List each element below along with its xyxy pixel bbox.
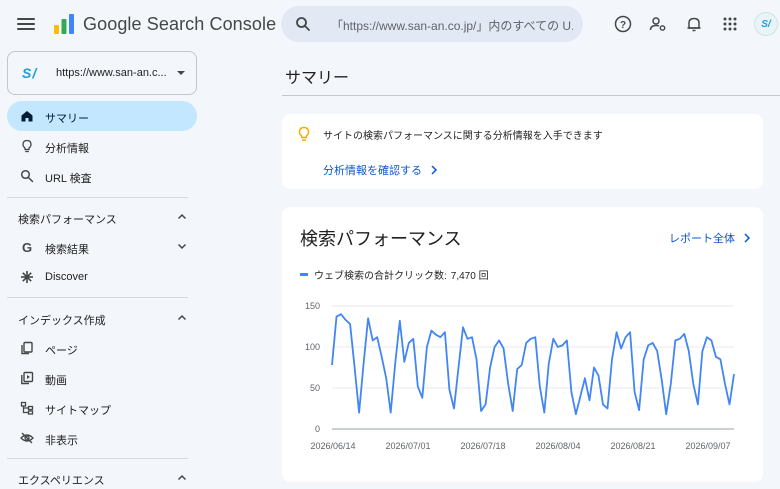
legend-swatch: [300, 273, 308, 276]
home-icon: [19, 108, 35, 124]
nav-insights[interactable]: 分析情報: [7, 131, 197, 161]
performance-title: 検索パフォーマンス: [300, 229, 462, 249]
search-icon: [296, 17, 310, 31]
property-url: https://www.san-an.c...: [56, 67, 167, 79]
y-tick-label: 150: [305, 301, 320, 311]
nav-label: 非表示: [45, 435, 78, 447]
nav-search-results[interactable]: G 検索結果: [7, 232, 197, 262]
chevron-right-icon: [744, 233, 751, 243]
lightbulb-icon: [298, 126, 310, 141]
google-g-icon: G: [19, 239, 35, 255]
sidebar-divider: [7, 297, 188, 298]
notifications-icon[interactable]: [683, 13, 705, 35]
series-line-clicks: [331, 313, 735, 416]
app-title: Google Search Console: [83, 14, 277, 34]
help-icon[interactable]: ?: [612, 13, 634, 35]
lightbulb-icon: [19, 138, 35, 154]
nav-label: 分析情報: [45, 143, 89, 155]
manage-users-icon[interactable]: [647, 13, 669, 35]
section-title: エクスペリエンス: [18, 475, 105, 487]
insights-card: サイトの検索パフォーマンスに関する分析情報を入手できます 分析情報を確認する: [282, 114, 763, 189]
nav-sitemaps[interactable]: サイトマップ: [7, 393, 197, 423]
section-experience[interactable]: エクスペリエンス: [7, 464, 197, 489]
chevron-down-icon: [177, 243, 187, 250]
nav-label: サイトマップ: [45, 405, 111, 417]
eye-off-icon: [19, 430, 35, 446]
nav-label: ページ: [45, 345, 78, 357]
view-insights-label: 分析情報を確認する: [323, 165, 422, 177]
search-bar[interactable]: 「https://www.san-an.co.jp/」内のすべての U...: [281, 6, 583, 42]
property-logo: S/: [22, 65, 38, 81]
caret-down-icon: [177, 71, 185, 75]
nav-label: Discover: [45, 271, 88, 283]
svg-text:?: ?: [620, 20, 626, 31]
x-tick-label: 2026/07/01: [385, 441, 430, 451]
legend-label: ウェブ検索の合計クリック数:: [314, 271, 447, 282]
sitemap-icon: [19, 400, 35, 416]
y-tick-label: 100: [305, 342, 320, 352]
top-app-bar: Google Search Console 「https://www.san-a…: [0, 0, 780, 48]
sidebar-divider: [7, 458, 188, 459]
insight-text: サイトの検索パフォーマンスに関する分析情報を入手できます: [323, 131, 603, 142]
y-tick-label: 0: [315, 424, 320, 434]
x-tick-label: 2026/07/18: [460, 441, 505, 451]
section-title: インデックス作成: [18, 315, 106, 327]
nav-videos[interactable]: 動画: [7, 363, 197, 393]
discover-asterisk-icon: [19, 269, 35, 285]
property-selector[interactable]: S/ https://www.san-an.c...: [7, 51, 197, 95]
account-avatar[interactable]: S/: [754, 12, 778, 36]
x-tick-label: 2026/08/21: [610, 441, 655, 451]
apps-icon[interactable]: [719, 13, 741, 35]
nav-label: 検索結果: [45, 244, 89, 256]
nav-summary[interactable]: サマリー: [7, 101, 197, 131]
chevron-up-icon: [177, 213, 187, 220]
x-tick-label: 2026/08/04: [535, 441, 580, 451]
title-divider: [282, 95, 780, 96]
nav-label: 動画: [45, 375, 67, 387]
y-tick-label: 50: [310, 383, 320, 393]
main-menu-icon[interactable]: [17, 15, 35, 33]
nav-removals[interactable]: 非表示: [7, 423, 197, 453]
full-report-link[interactable]: レポート全体: [669, 230, 751, 246]
performance-card: 検索パフォーマンス レポート全体 ウェブ検索の合計クリック数: 7,470 回 …: [282, 207, 763, 482]
video-icon: [19, 370, 35, 386]
chevron-up-icon: [177, 314, 187, 321]
chevron-right-icon: [431, 165, 438, 175]
nav-discover[interactable]: Discover: [7, 262, 197, 292]
full-report-label: レポート全体: [669, 233, 735, 245]
chevron-up-icon: [177, 474, 187, 481]
page-title: サマリー: [285, 70, 350, 87]
chart-legend: ウェブ検索の合計クリック数: 7,470 回: [300, 267, 489, 282]
nav-label: URL 検査: [45, 173, 92, 185]
nav-label: サマリー: [45, 113, 89, 125]
search-icon: [19, 168, 35, 184]
svg-text:G: G: [22, 240, 32, 254]
section-performance[interactable]: 検索パフォーマンス: [7, 203, 197, 231]
legend-value: 7,470 回: [450, 271, 489, 282]
clicks-line-chart: 150 100 50 0 2026/06/14 2026/07/01 2026/07/18 2…: [305, 301, 735, 451]
nav-url-inspection[interactable]: URL 検査: [7, 161, 197, 191]
section-indexing[interactable]: インデックス作成: [7, 304, 197, 332]
section-title: 検索パフォーマンス: [18, 214, 117, 226]
x-tick-label: 2026/06/14: [310, 441, 355, 451]
x-tick-label: 2026/09/07: [685, 441, 730, 451]
sidebar-divider: [7, 197, 188, 198]
search-console-logo: [54, 14, 74, 34]
nav-pages[interactable]: ページ: [7, 333, 197, 363]
view-insights-link[interactable]: 分析情報を確認する: [323, 162, 438, 178]
pages-icon: [19, 340, 35, 356]
search-placeholder: 「https://www.san-an.co.jp/」内のすべての U...: [331, 19, 573, 33]
